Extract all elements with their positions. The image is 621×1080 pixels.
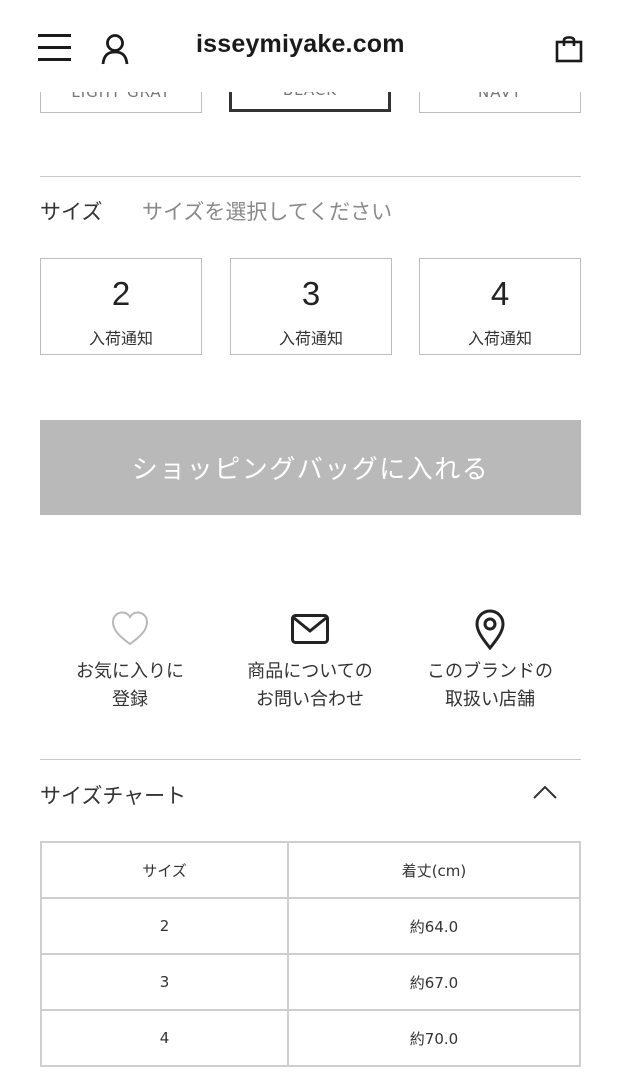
table-header: 着丈(cm) [287,841,581,899]
user-icon[interactable] [100,33,130,65]
table-cell: 約70.0 [287,1009,581,1067]
size-chart-table: サイズ 着丈(cm) 2 約64.0 3 約67.0 4 約70.0 [40,841,581,1067]
divider [40,759,581,760]
table-header-row: サイズ 着丈(cm) [40,841,581,899]
table-row: 3 約67.0 [40,953,581,1011]
table-row: 2 約64.0 [40,897,581,955]
size-value: 4 [490,275,510,312]
restock-notify-link[interactable]: 入荷通知 [41,325,201,349]
table-cell: 2 [40,897,289,955]
size-value: 2 [111,275,131,312]
map-pin-icon [475,609,505,650]
site-header: isseymiyake.com [0,0,621,92]
add-to-bag-button[interactable]: ショッピングバッグに入れる [40,420,581,515]
inquiry-action[interactable]: 商品についての お問い合わせ [220,608,400,714]
table-cell: 約64.0 [287,897,581,955]
restock-notify-link[interactable]: 入荷通知 [420,325,580,349]
store-locator-label: このブランドの 取扱い店舗 [427,661,553,710]
size-option-3[interactable]: 3 入荷通知 [230,258,392,355]
chevron-up-icon[interactable] [531,780,559,802]
favorite-label: お気に入りに 登録 [76,661,184,710]
favorite-action[interactable]: お気に入りに 登録 [40,608,220,714]
table-cell: 3 [40,953,289,1011]
table-cell: 4 [40,1009,289,1067]
size-option-2[interactable]: 2 入荷通知 [40,258,202,355]
site-title[interactable]: isseymiyake.com [196,30,405,59]
restock-notify-link[interactable]: 入荷通知 [231,325,391,349]
size-label: サイズ [40,200,103,224]
hamburger-menu-icon[interactable] [38,34,71,62]
mail-icon [291,614,329,644]
size-hint: サイズを選択してください [142,200,393,224]
shopping-bag-icon[interactable] [554,34,584,64]
table-row: 4 約70.0 [40,1009,581,1067]
size-chart-title[interactable]: サイズチャート [40,780,186,810]
divider [40,176,581,177]
table-cell: 約67.0 [287,953,581,1011]
size-value: 3 [301,275,321,312]
store-locator-action[interactable]: このブランドの 取扱い店舗 [400,608,580,714]
heart-icon [111,611,149,646]
size-option-4[interactable]: 4 入荷通知 [419,258,581,355]
inquiry-label: 商品についての お問い合わせ [247,661,373,710]
table-header: サイズ [40,841,289,899]
